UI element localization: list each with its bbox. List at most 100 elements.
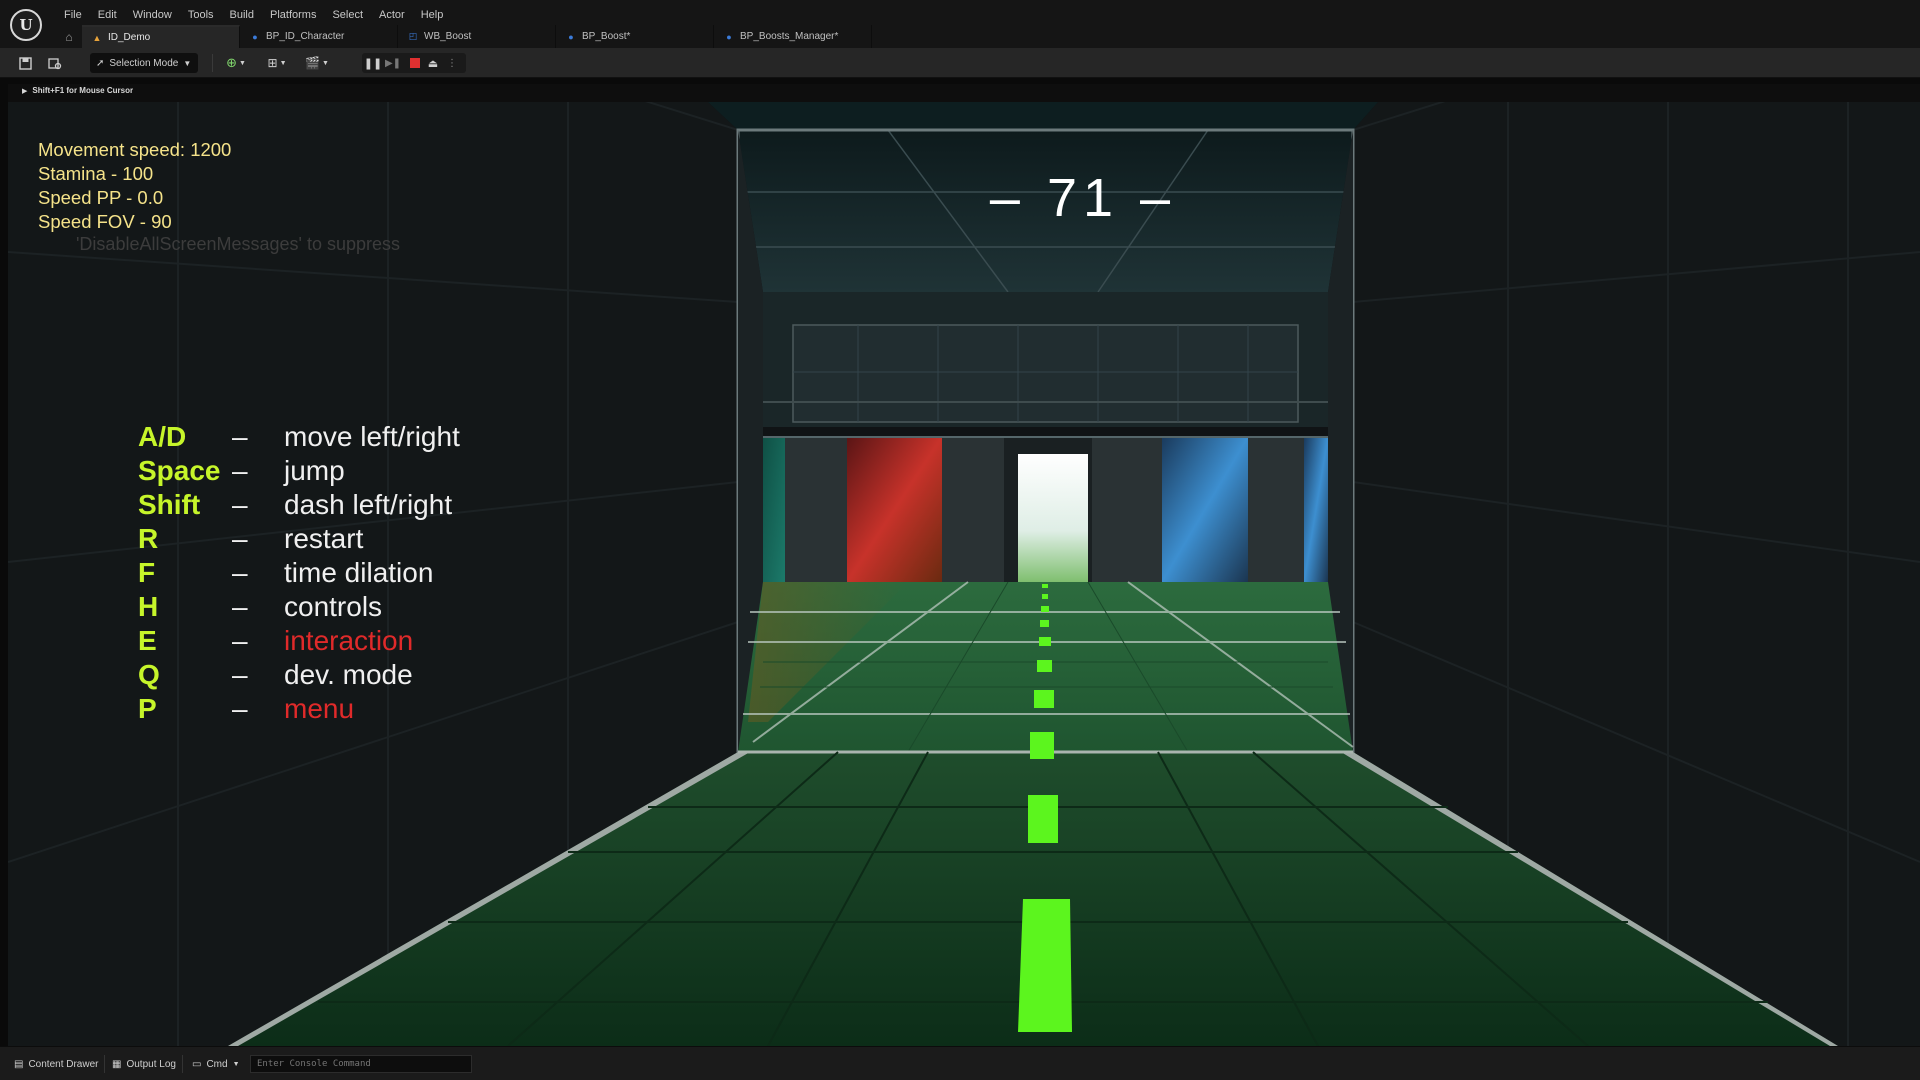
control-key: Space: [138, 455, 221, 486]
control-dash: –: [232, 693, 248, 724]
status-bar: ▤ Content Drawer ▦ Output Log ▭ Cmd ▼: [0, 1046, 1920, 1080]
menu-select[interactable]: Select: [324, 7, 371, 23]
control-key: F: [138, 557, 156, 588]
suppress-message: 'DisableAllScreenMessages' to suppress: [76, 234, 401, 254]
blueprint-icon: ●: [726, 31, 732, 42]
control-dash: –: [232, 557, 248, 588]
play-triangle-icon: ▶: [22, 87, 28, 95]
control-desc: interaction: [284, 625, 414, 656]
eject-icon: ⏏: [427, 57, 439, 70]
chevron-down-icon: ▼: [232, 1060, 240, 1068]
tab-label: WB_Boost: [424, 31, 472, 42]
control-row: P – menu: [138, 692, 460, 726]
cinematics-button[interactable]: 🎬 ▼: [302, 53, 332, 73]
stat-movement-speed: Movement speed: 1200: [38, 139, 232, 160]
control-key: Shift: [138, 489, 201, 520]
add-actor-button[interactable]: ⊕ ▼: [222, 53, 250, 73]
tab-label: BP_Boosts_Manager*: [740, 31, 839, 42]
selection-mode-dropdown[interactable]: ➚ Selection Mode ▼: [90, 53, 198, 73]
step-forward-icon: ▶❚: [384, 57, 402, 69]
tab-bp-boost[interactable]: ● BP_Boost*: [556, 25, 714, 48]
menu-bar: File Edit Window Tools Build Platforms S…: [56, 7, 451, 23]
menu-tools[interactable]: Tools: [180, 7, 222, 23]
output-log-button[interactable]: ▦ Output Log: [112, 1057, 176, 1071]
content-drawer-label: Content Drawer: [28, 1058, 99, 1070]
toolbar-divider: [212, 54, 213, 72]
chevron-down-icon: ▼: [183, 58, 192, 68]
home-icon: ⌂: [65, 29, 73, 44]
stat-speed-pp: Speed PP - 0.0: [38, 187, 164, 208]
control-key: R: [138, 523, 159, 554]
control-desc: restart: [284, 523, 364, 554]
viewport-header: ▶ Shift+F1 for Mouse Cursor: [8, 84, 1920, 102]
chevron-down-icon: ▼: [322, 59, 329, 67]
status-divider: [104, 1055, 105, 1073]
play-options-button[interactable]: ⋮: [446, 53, 458, 73]
output-log-icon: ▦: [112, 1058, 122, 1070]
control-row: R – restart: [138, 522, 460, 556]
tab-wb-boost[interactable]: ◰ WB_Boost: [398, 25, 556, 48]
control-desc: jump: [284, 455, 345, 486]
control-key: H: [138, 591, 159, 622]
control-row: H – controls: [138, 590, 460, 624]
control-key: E: [138, 625, 157, 656]
terminal-icon: ▭: [192, 1058, 202, 1070]
controls-legend: A/D – move left/right Space – jump Shift…: [138, 420, 460, 726]
blueprint-menu-button[interactable]: ⊞ ▼: [262, 53, 292, 73]
content-drawer-icon: ▤: [14, 1058, 24, 1070]
tab-label: ID_Demo: [108, 32, 151, 43]
eject-button[interactable]: ⏏: [426, 53, 440, 73]
control-row: A/D – move left/right: [138, 420, 460, 454]
control-dash: –: [232, 625, 248, 656]
blueprint-graph-icon: ⊞: [267, 56, 278, 70]
unreal-logo-icon[interactable]: U: [10, 9, 42, 41]
save-icon: [18, 56, 32, 70]
main-toolbar: ➚ Selection Mode ▼ ⊕ ▼ ⊞ ▼ 🎬 ▼ ❚❚ ▶❚ ⏏ ⋮: [0, 48, 1920, 78]
title-bar: U File Edit Window Tools Build Platforms…: [0, 0, 1920, 48]
tab-label: BP_ID_Character: [266, 31, 345, 42]
control-desc: move left/right: [284, 421, 460, 452]
menu-file[interactable]: File: [56, 7, 90, 23]
level-icon: ▲: [92, 32, 102, 43]
menu-window[interactable]: Window: [125, 7, 180, 23]
control-desc: time dilation: [284, 557, 434, 588]
browse-content-icon: [48, 57, 62, 69]
control-row: F – time dilation: [138, 556, 460, 590]
game-viewport[interactable]: Movement speed: 1200 Stamina - 100 Speed…: [8, 102, 1920, 1046]
blueprint-icon: ●: [252, 31, 258, 42]
browse-button[interactable]: [44, 53, 66, 73]
pause-button[interactable]: ❚❚: [363, 53, 383, 73]
control-row: E – interaction: [138, 624, 460, 658]
stat-speed-fov: Speed FOV - 90: [38, 211, 172, 232]
stop-icon[interactable]: [410, 58, 420, 68]
control-row: Space – jump: [138, 454, 460, 488]
tab-bp-boosts-manager[interactable]: ● BP_Boosts_Manager*: [714, 25, 872, 48]
pause-icon: ❚❚: [363, 57, 383, 70]
menu-help[interactable]: Help: [413, 7, 452, 23]
cmd-dropdown[interactable]: ▭ Cmd ▼: [192, 1057, 240, 1071]
menu-build[interactable]: Build: [222, 7, 262, 23]
menu-platforms[interactable]: Platforms: [262, 7, 324, 23]
menu-actor[interactable]: Actor: [371, 7, 413, 23]
selection-mode-label: Selection Mode: [109, 57, 179, 69]
widget-blueprint-icon: ◰: [408, 31, 418, 41]
control-dash: –: [232, 455, 248, 486]
tab-bp-id-character[interactable]: ● BP_ID_Character: [240, 25, 398, 48]
chevron-down-icon: ▼: [238, 59, 246, 67]
home-tab[interactable]: ⌂: [56, 25, 82, 48]
tab-id-demo[interactable]: ▲ ID_Demo: [82, 25, 240, 48]
skip-frame-button[interactable]: ▶❚: [384, 53, 402, 73]
control-row: Shift – dash left/right: [138, 488, 460, 522]
output-log-label: Output Log: [126, 1058, 176, 1070]
hint-text: Shift+F1 for Mouse Cursor: [32, 86, 134, 95]
cursor-arrow-icon: ➚: [96, 57, 105, 69]
control-dash: –: [232, 523, 248, 554]
control-desc: dash left/right: [284, 489, 453, 520]
menu-edit[interactable]: Edit: [90, 7, 125, 23]
status-divider: [182, 1055, 183, 1073]
console-input[interactable]: [250, 1055, 472, 1073]
save-button[interactable]: [14, 53, 36, 73]
control-row: Q – dev. mode: [138, 658, 460, 692]
content-drawer-button[interactable]: ▤ Content Drawer: [14, 1057, 98, 1071]
control-desc: dev. mode: [284, 659, 413, 690]
